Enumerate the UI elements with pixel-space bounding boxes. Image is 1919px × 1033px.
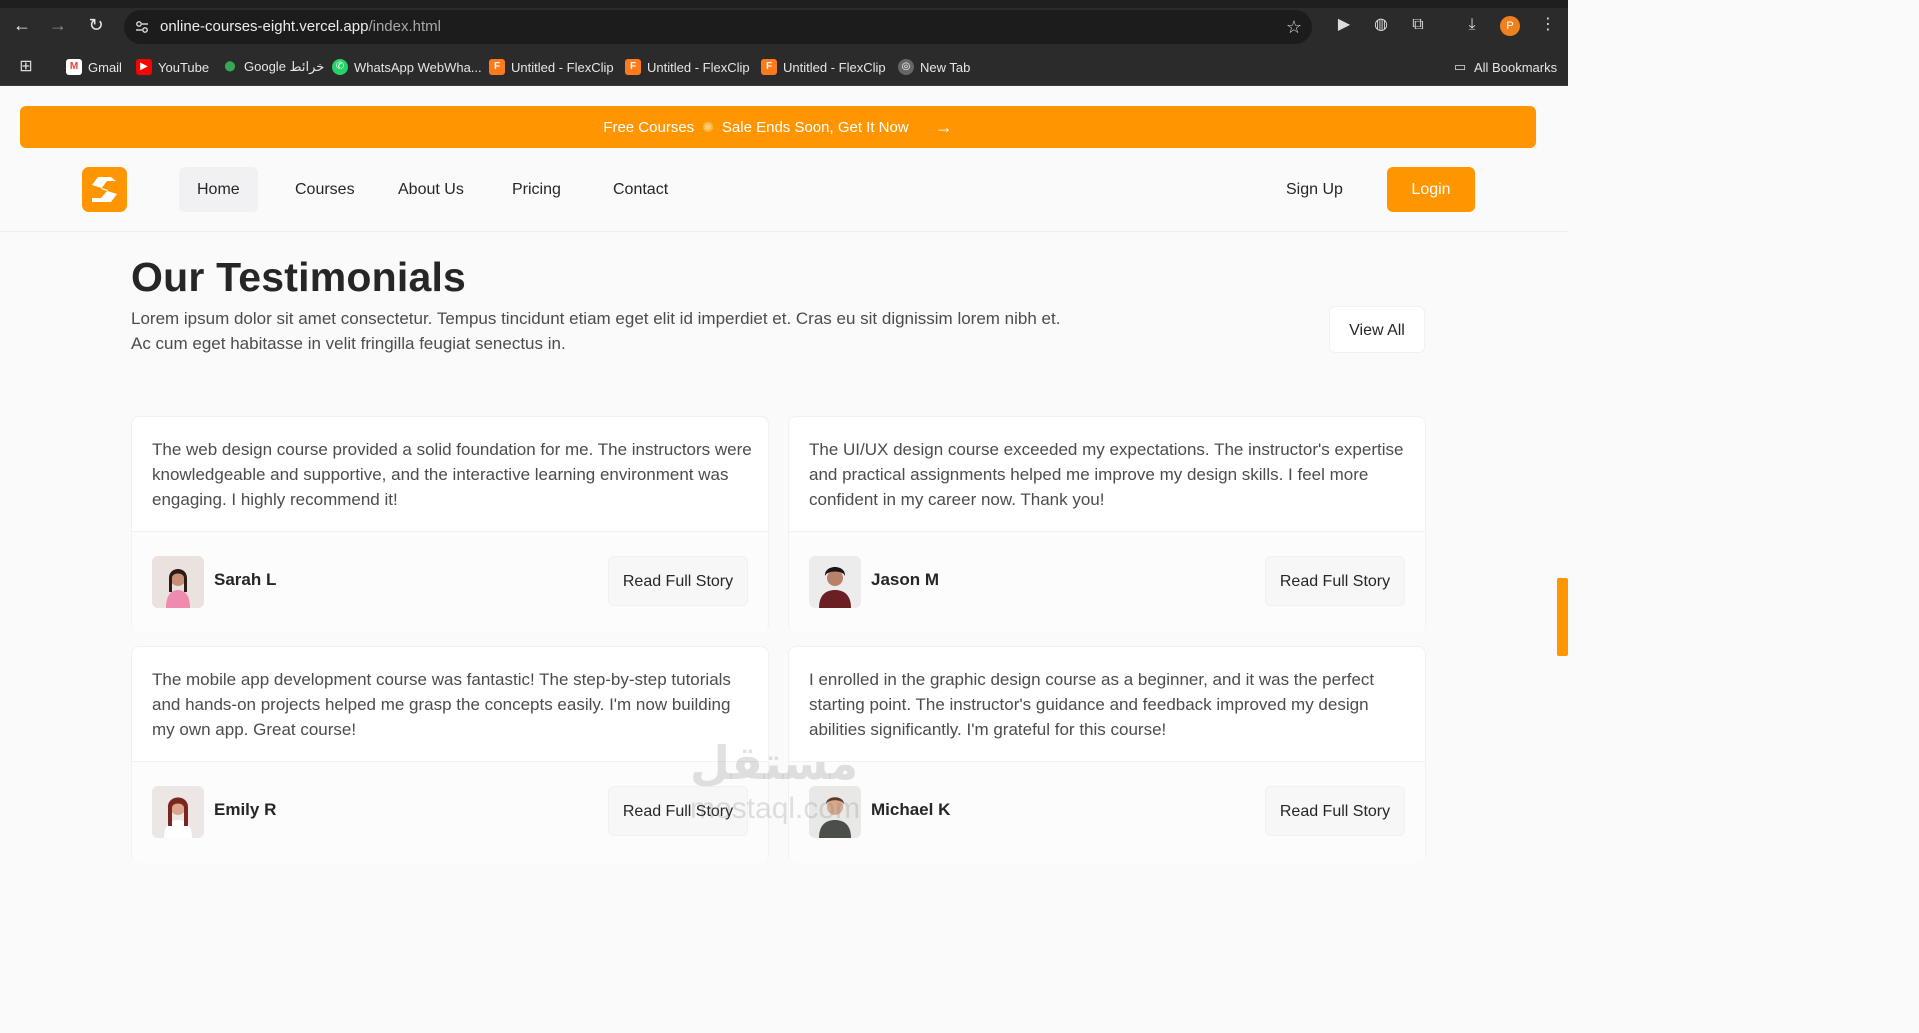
avatar — [152, 786, 204, 838]
nav-about-us[interactable]: About Us — [380, 167, 482, 212]
download-icon[interactable]: ⤓ — [1462, 15, 1482, 35]
arrow-right-icon: → — [934, 116, 953, 137]
logo-icon — [92, 177, 117, 202]
card-footer: Michael K Read Full Story — [789, 762, 1425, 863]
bookmark-maps[interactable]: ⬤ Google خرائط — [222, 57, 324, 77]
extensions-icon[interactable]: ⧉ — [1408, 15, 1428, 35]
cursor-extension-icon[interactable]: ▶ — [1334, 15, 1354, 35]
gmail-icon: M — [66, 59, 82, 75]
bookmark-flexclip-1[interactable]: F Untitled - FlexClip — [489, 57, 614, 77]
back-icon[interactable]: ← — [12, 15, 32, 35]
all-bookmarks[interactable]: ▭ All Bookmarks — [1452, 57, 1557, 77]
url-text: online-courses-eight.vercel.app/index.ht… — [160, 18, 441, 35]
bookmark-star-icon[interactable]: ☆ — [1286, 17, 1302, 38]
card-footer: Jason M Read Full Story — [789, 532, 1425, 633]
maps-icon: ⬤ — [224, 61, 236, 72]
flexclip-icon: F — [489, 59, 505, 75]
browser-toolbar: ← → ↻ online-courses-eight.vercel.app/in… — [0, 0, 1568, 48]
globe-extension-icon[interactable]: ◍ — [1371, 15, 1391, 35]
sun-icon: ✺ — [702, 118, 714, 135]
banner-right-text: Sale Ends Soon, Get It Now — [721, 118, 909, 136]
testimonial-card: The mobile app development course was fa… — [131, 646, 769, 863]
testimonial-card: The web design course provided a solid f… — [131, 416, 769, 633]
testimonial-quote: The web design course provided a solid f… — [152, 440, 752, 509]
site-logo[interactable] — [82, 167, 127, 212]
bookmark-whatsapp[interactable]: ✆ WhatsApp WebWha... — [332, 57, 482, 77]
read-full-story-button[interactable]: Read Full Story — [608, 556, 748, 606]
profile-avatar[interactable]: P — [1500, 16, 1520, 36]
read-full-story-button[interactable]: Read Full Story — [1265, 786, 1405, 836]
site-info-icon[interactable] — [134, 19, 150, 35]
avatar — [809, 556, 861, 608]
avatar — [152, 556, 204, 608]
nav-pricing[interactable]: Pricing — [494, 167, 579, 212]
author-name: Michael K — [871, 800, 951, 819]
card-footer: Sarah L Read Full Story — [132, 532, 768, 633]
forward-icon[interactable]: → — [48, 15, 68, 35]
bookmark-new-tab[interactable]: ◎ New Tab — [898, 57, 970, 77]
header-divider — [0, 231, 1568, 232]
address-bar[interactable]: online-courses-eight.vercel.app/index.ht… — [124, 10, 1312, 44]
menu-kebab-icon[interactable]: ⋮ — [1538, 15, 1558, 35]
author-name: Emily R — [214, 800, 277, 819]
folder-icon: ▭ — [1453, 59, 1467, 74]
tab-strip — [0, 0, 1568, 8]
read-full-story-button[interactable]: Read Full Story — [1265, 556, 1405, 606]
author-name: Jason M — [871, 570, 940, 589]
section-title: Our Testimonials — [131, 254, 467, 300]
author-name: Sarah L — [214, 570, 277, 589]
banner-left-text: Free Courses — [603, 118, 695, 136]
bookmarks-bar: ⊞ M Gmail ▶ YouTube ⬤ Google خرائط ✆ WhatsAp… — [0, 48, 1568, 86]
nav-home[interactable]: Home — [179, 167, 258, 212]
testimonial-quote: The UI/UX design course exceeded my expe… — [809, 440, 1404, 509]
bookmark-flexclip-3[interactable]: F Untitled - FlexClip — [761, 57, 886, 77]
sign-up-link[interactable]: Sign Up — [1268, 167, 1361, 212]
testimonial-card: The UI/UX design course exceeded my expe… — [788, 416, 1426, 633]
testimonial-card: I enrolled in the graphic design course … — [788, 646, 1426, 863]
section-intro: Lorem ipsum dolor sit amet consectetur. … — [131, 309, 1061, 353]
testimonial-quote: The mobile app development course was fa… — [152, 670, 731, 739]
youtube-icon: ▶ — [136, 59, 152, 75]
promo-banner[interactable]: Free Courses ✺ Sale Ends Soon, Get It No… — [20, 106, 1536, 148]
bookmark-youtube[interactable]: ▶ YouTube — [136, 57, 209, 77]
whatsapp-icon: ✆ — [332, 59, 348, 75]
view-all-button[interactable]: View All — [1329, 306, 1425, 353]
reload-icon[interactable]: ↻ — [86, 15, 106, 35]
flexclip-icon: F — [761, 59, 777, 75]
testimonial-quote: I enrolled in the graphic design course … — [809, 670, 1375, 739]
flexclip-icon: F — [625, 59, 641, 75]
nav-contact[interactable]: Contact — [595, 167, 686, 212]
bookmark-gmail[interactable]: M Gmail — [66, 57, 122, 77]
globe-icon: ◎ — [898, 59, 914, 75]
login-button[interactable]: Login — [1387, 167, 1475, 212]
watermark-url: mostaql.com — [690, 792, 861, 825]
scrollbar-thumb[interactable] — [1557, 578, 1568, 656]
watermark-logo: مستقل — [690, 737, 859, 789]
bookmark-flexclip-2[interactable]: F Untitled - FlexClip — [625, 57, 750, 77]
apps-grid-icon[interactable]: ⊞ — [16, 57, 36, 77]
nav-courses[interactable]: Courses — [277, 167, 373, 212]
card-footer: Emily R Read Full Story — [132, 762, 768, 863]
